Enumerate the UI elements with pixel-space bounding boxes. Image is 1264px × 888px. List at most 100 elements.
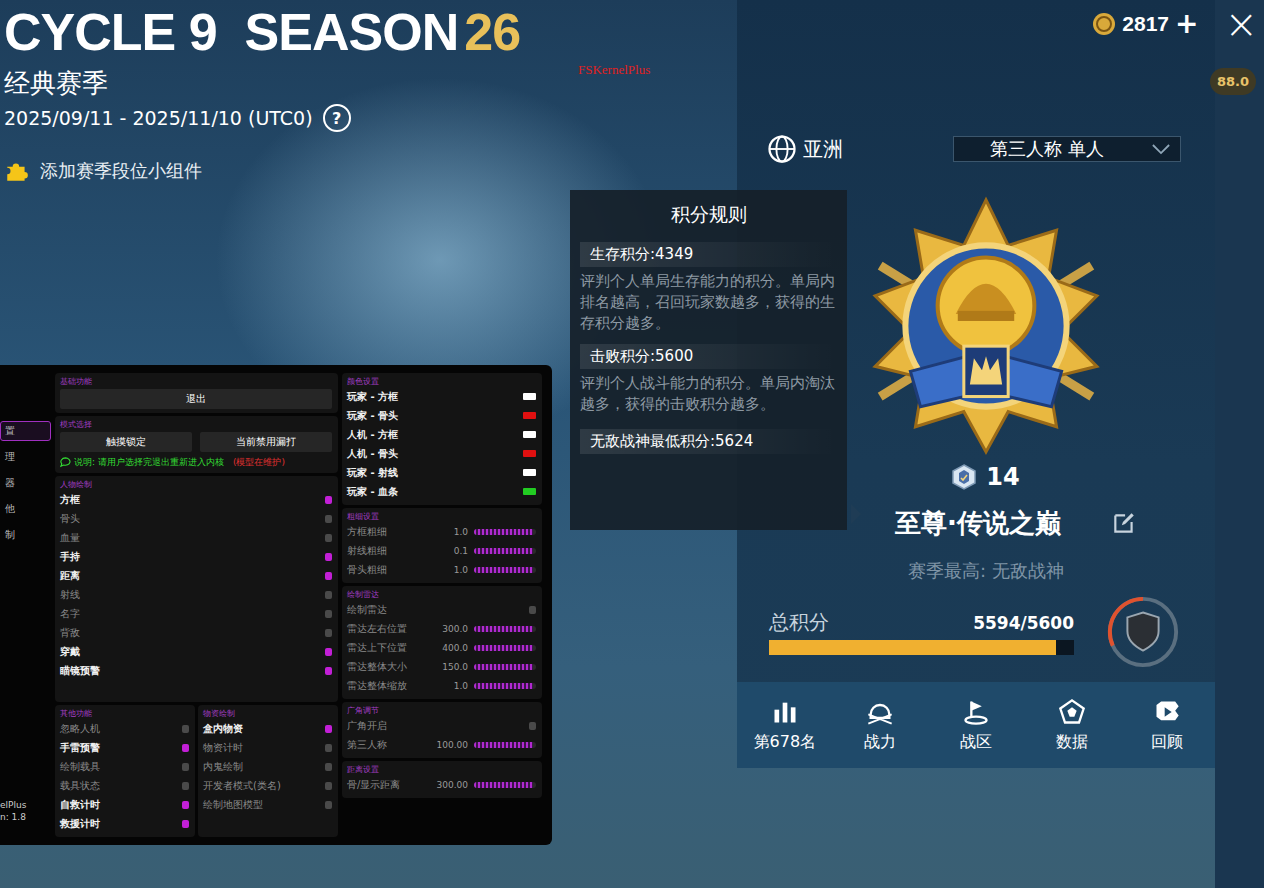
toggle-switch[interactable] bbox=[325, 725, 332, 733]
toggle-row[interactable]: 自救计时 bbox=[60, 795, 189, 814]
toggle-switch[interactable] bbox=[325, 610, 332, 618]
slider-track[interactable] bbox=[474, 742, 536, 748]
color-swatch[interactable] bbox=[523, 450, 536, 457]
slider-row[interactable]: 雷达整体缩放1.0 bbox=[347, 676, 536, 695]
toggle-row[interactable]: 骨头 bbox=[60, 509, 332, 528]
color-swatch[interactable] bbox=[523, 393, 536, 400]
toggle-switch[interactable] bbox=[182, 782, 189, 790]
toggle-switch[interactable] bbox=[325, 744, 332, 752]
protection-shield-icon[interactable] bbox=[1104, 593, 1182, 671]
toggle-switch[interactable] bbox=[325, 534, 332, 542]
slider-track[interactable] bbox=[474, 782, 536, 788]
toggle-row[interactable]: 绘制地图模型 bbox=[203, 795, 332, 814]
sidebar-item[interactable]: 置 bbox=[0, 421, 51, 441]
mode-dropdown[interactable]: 第三人称 单人 bbox=[953, 136, 1181, 162]
toggle-row[interactable]: 名字 bbox=[60, 604, 332, 623]
toggle-row[interactable]: 广角开启 bbox=[347, 716, 536, 735]
color-row[interactable]: 玩家 - 骨头 bbox=[347, 406, 536, 425]
nav-item[interactable]: 战区 bbox=[928, 682, 1024, 768]
slider-track[interactable] bbox=[474, 567, 536, 573]
toggle-row[interactable]: 血量 bbox=[60, 528, 332, 547]
slider-track[interactable] bbox=[474, 645, 536, 651]
slider-track[interactable] bbox=[474, 664, 536, 670]
toggle-switch[interactable] bbox=[182, 744, 189, 752]
slider-track[interactable] bbox=[474, 626, 536, 632]
color-row[interactable]: 玩家 - 血条 bbox=[347, 482, 536, 501]
add-widget-link[interactable]: 添加赛季段位小组件 bbox=[4, 158, 737, 184]
toggle-switch[interactable] bbox=[182, 725, 189, 733]
add-currency-button[interactable]: + bbox=[1175, 10, 1198, 38]
sidebar-item[interactable]: 他 bbox=[0, 499, 51, 519]
sidebar-item[interactable]: 理 bbox=[0, 447, 51, 467]
region-button[interactable]: 亚洲 bbox=[767, 134, 843, 164]
edit-icon[interactable] bbox=[1111, 510, 1137, 536]
toggle-switch[interactable] bbox=[325, 496, 332, 504]
toggle-switch[interactable] bbox=[325, 763, 332, 771]
toggle-switch[interactable] bbox=[182, 763, 189, 771]
nav-item[interactable]: 战力 bbox=[833, 682, 929, 768]
slider-row[interactable]: 雷达上下位置400.0 bbox=[347, 638, 536, 657]
slider-row[interactable]: 骨头粗细1.0 bbox=[347, 560, 536, 579]
toggle-row[interactable]: 内鬼绘制 bbox=[203, 757, 332, 776]
nav-label: 回顾 bbox=[1151, 732, 1183, 753]
slider-row[interactable]: 方框粗细1.0 bbox=[347, 522, 536, 541]
color-row[interactable]: 人机 - 方框 bbox=[347, 425, 536, 444]
toggle-row[interactable]: 手持 bbox=[60, 547, 332, 566]
slider-row[interactable]: 骨/显示距离300.00 bbox=[347, 775, 536, 794]
color-swatch[interactable] bbox=[523, 412, 536, 419]
toggle-row[interactable]: 射线 bbox=[60, 585, 332, 604]
slider-track[interactable] bbox=[474, 548, 536, 554]
slider-row[interactable]: 雷达左右位置300.0 bbox=[347, 619, 536, 638]
toggle-switch[interactable] bbox=[325, 801, 332, 809]
color-row[interactable]: 人机 - 骨头 bbox=[347, 444, 536, 463]
slider-row[interactable]: 第三人称100.00 bbox=[347, 735, 536, 754]
toggle-switch[interactable] bbox=[325, 629, 332, 637]
toggle-row[interactable]: 背敌 bbox=[60, 623, 332, 642]
nav-item[interactable]: 数据 bbox=[1024, 682, 1120, 768]
slider-row[interactable]: 射线粗细0.1 bbox=[347, 541, 536, 560]
toggle-row[interactable]: 方框 bbox=[60, 490, 332, 509]
toggle-row[interactable]: 距离 bbox=[60, 566, 332, 585]
toggle-row[interactable]: 载具状态 bbox=[60, 776, 189, 795]
color-row[interactable]: 玩家 - 射线 bbox=[347, 463, 536, 482]
toggle-row[interactable]: 手雷预警 bbox=[60, 738, 189, 757]
sidebar-item[interactable]: 器 bbox=[0, 473, 51, 493]
toggle-switch[interactable] bbox=[325, 782, 332, 790]
toggle-label: 绘制载具 bbox=[60, 760, 100, 774]
toggle-row[interactable]: 绘制载具 bbox=[60, 757, 189, 776]
close-button[interactable]: × bbox=[1224, 6, 1258, 42]
color-swatch[interactable] bbox=[523, 469, 536, 476]
toggle-switch[interactable] bbox=[182, 820, 189, 828]
color-swatch[interactable] bbox=[523, 488, 536, 495]
toggle-row[interactable]: 忽略人机 bbox=[60, 719, 189, 738]
toggle-switch[interactable] bbox=[529, 722, 536, 730]
mode-button[interactable]: 触摸锁定 bbox=[60, 432, 192, 452]
color-swatch[interactable] bbox=[523, 431, 536, 438]
toggle-switch[interactable] bbox=[325, 591, 332, 599]
toggle-row[interactable]: 绘制雷达 bbox=[347, 600, 536, 619]
toggle-switch[interactable] bbox=[325, 648, 332, 656]
slider-value: 1.0 bbox=[454, 681, 468, 691]
toggle-switch[interactable] bbox=[529, 606, 536, 614]
toggle-row[interactable]: 物资计时 bbox=[203, 738, 332, 757]
toggle-switch[interactable] bbox=[325, 667, 332, 675]
slider-track[interactable] bbox=[474, 683, 536, 689]
toggle-row[interactable]: 救援计时 bbox=[60, 814, 189, 833]
toggle-switch[interactable] bbox=[325, 553, 332, 561]
exit-button[interactable]: 退出 bbox=[60, 389, 332, 409]
toggle-switch[interactable] bbox=[182, 801, 189, 809]
toggle-row[interactable]: 开发者模式(类名) bbox=[203, 776, 332, 795]
toggle-switch[interactable] bbox=[325, 572, 332, 580]
slider-row[interactable]: 雷达整体大小150.0 bbox=[347, 657, 536, 676]
color-row[interactable]: 玩家 - 方框 bbox=[347, 387, 536, 406]
toggle-row[interactable]: 瞄镜预警 bbox=[60, 661, 332, 680]
help-button[interactable]: ? bbox=[323, 104, 351, 132]
mode-button[interactable]: 当前禁用漏打 bbox=[200, 432, 332, 452]
toggle-row[interactable]: 穿戴 bbox=[60, 642, 332, 661]
nav-item[interactable]: 回顾 bbox=[1119, 682, 1215, 768]
slider-track[interactable] bbox=[474, 529, 536, 535]
nav-item[interactable]: 第678名 bbox=[737, 682, 833, 768]
toggle-row[interactable]: 盒内物资 bbox=[203, 719, 332, 738]
sidebar-item[interactable]: 制 bbox=[0, 525, 51, 545]
toggle-switch[interactable] bbox=[325, 515, 332, 523]
